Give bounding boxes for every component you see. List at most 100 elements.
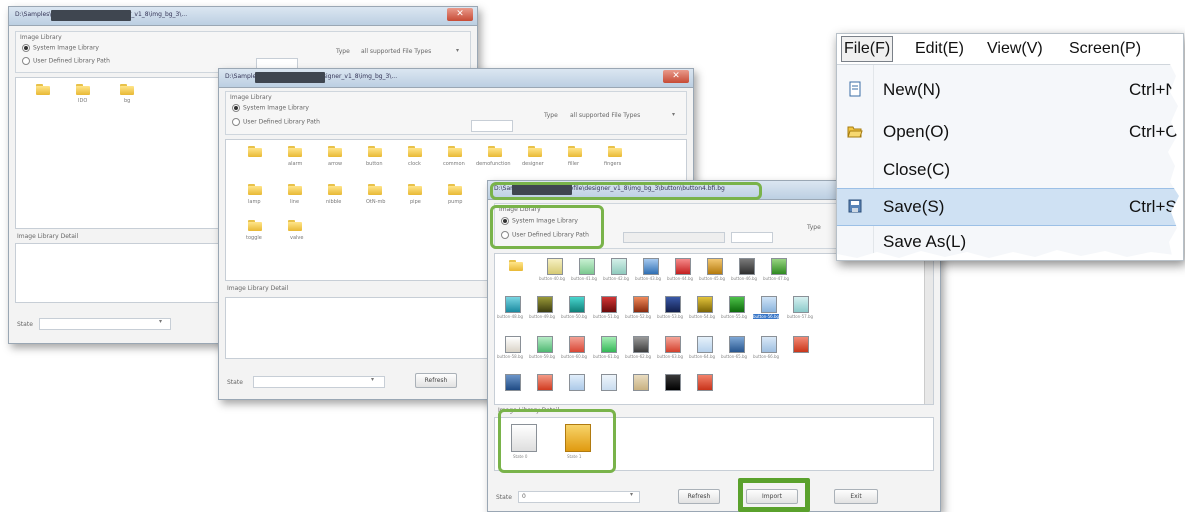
window-1-titlebar[interactable]: D:\Samples\[redacted]\Profile\designer_v…	[9, 7, 477, 26]
button-image-thumb[interactable]	[729, 336, 745, 353]
chevron-down-icon[interactable]: ▾	[630, 491, 633, 498]
path-input[interactable]	[623, 232, 725, 243]
button-image-thumb[interactable]	[665, 296, 681, 313]
button-image-thumb[interactable]	[675, 258, 691, 275]
thumb-label: button-46.bg	[731, 276, 758, 281]
folder-icon[interactable]	[368, 184, 382, 195]
exit-button[interactable]: Exit	[834, 489, 878, 504]
button-image-thumb[interactable]	[633, 296, 649, 313]
folder-icon[interactable]	[248, 146, 262, 157]
button-image-thumb[interactable]	[761, 296, 777, 313]
button-image-thumb[interactable]	[611, 258, 627, 275]
type-label: Type	[544, 112, 558, 119]
folder-icon[interactable]	[488, 146, 502, 157]
menu-file[interactable]: File(F)	[841, 36, 894, 62]
button-image-thumb[interactable]	[537, 296, 553, 313]
user-library-radio[interactable]: User Defined Library Path	[22, 57, 110, 65]
menu-edit[interactable]: Edit(E)	[915, 40, 964, 58]
button-image-thumb[interactable]	[761, 336, 777, 353]
button-image-thumb[interactable]	[633, 336, 649, 353]
folder-icon[interactable]	[568, 146, 582, 157]
state-select[interactable]	[518, 491, 640, 503]
button-image-thumb[interactable]	[771, 258, 787, 275]
folder-icon[interactable]	[328, 146, 342, 157]
button-image-thumb[interactable]	[665, 374, 681, 391]
button-image-thumb[interactable]	[697, 336, 713, 353]
thumb-label: button-57.bg	[787, 314, 814, 319]
library-radio-highlight	[490, 205, 604, 249]
folder-icon[interactable]	[608, 146, 622, 157]
folder-icon[interactable]	[120, 84, 134, 95]
chevron-down-icon[interactable]: ▾	[159, 318, 162, 325]
menu-view[interactable]: View(V)	[987, 40, 1043, 58]
window-2-titlebar[interactable]: D:\Samples\[redacted]\Profile\designer_v…	[219, 69, 693, 88]
folder-icon[interactable]	[288, 184, 302, 195]
close-button[interactable]: ✕	[663, 70, 689, 83]
browse-input[interactable]	[731, 232, 773, 243]
menu-item-save[interactable]: Save(S) Ctrl+S	[837, 188, 1183, 226]
state-select[interactable]	[39, 318, 171, 330]
state-select[interactable]	[253, 376, 385, 388]
button-image-thumb[interactable]	[537, 374, 553, 391]
button-image-thumb[interactable]	[579, 258, 595, 275]
menu-item-label: Open(O)	[883, 122, 950, 141]
button-image-thumb[interactable]	[569, 374, 585, 391]
system-library-radio[interactable]: System Image Library	[232, 104, 309, 112]
folder-icon[interactable]	[288, 220, 302, 231]
type-select[interactable]: all supported File Types	[361, 48, 431, 55]
folder-icon[interactable]	[528, 146, 542, 157]
button-image-thumb[interactable]	[633, 374, 649, 391]
button-image-thumb[interactable]	[601, 374, 617, 391]
button-image-thumb[interactable]	[665, 336, 681, 353]
chevron-down-icon[interactable]: ▾	[672, 111, 675, 118]
button-image-thumb[interactable]	[505, 296, 521, 313]
chevron-down-icon[interactable]: ▾	[456, 47, 459, 54]
type-select[interactable]: all supported File Types	[570, 112, 640, 119]
folder-label: arrow	[328, 161, 343, 167]
button-image-thumb[interactable]	[601, 336, 617, 353]
folder-label: toggle	[246, 235, 262, 241]
folder-icon[interactable]	[76, 84, 90, 95]
detail-states-highlight	[498, 409, 616, 473]
refresh-button[interactable]: Refresh	[415, 373, 457, 388]
button-image-thumb[interactable]	[697, 296, 713, 313]
menu-item-open[interactable]: Open(O) Ctrl+O	[837, 114, 1183, 150]
path-input[interactable]	[471, 120, 513, 132]
button-image-thumb[interactable]	[569, 336, 585, 353]
scrollbar[interactable]	[924, 254, 933, 404]
button-image-thumb[interactable]	[505, 374, 521, 391]
thumb-label: button-48.bg	[497, 314, 524, 319]
folder-icon[interactable]	[288, 146, 302, 157]
folder-icon[interactable]	[368, 146, 382, 157]
folder-icon[interactable]	[248, 184, 262, 195]
folder-icon[interactable]	[509, 260, 523, 271]
system-library-radio[interactable]: System Image Library	[22, 44, 99, 52]
menu-screen[interactable]: Screen(P)	[1069, 40, 1141, 58]
chevron-down-icon[interactable]: ▾	[371, 376, 374, 383]
folder-icon[interactable]	[36, 84, 50, 95]
refresh-button[interactable]: Refresh	[678, 489, 720, 504]
button-image-thumb[interactable]	[547, 258, 563, 275]
button-image-thumb[interactable]	[569, 296, 585, 313]
button-image-thumb[interactable]	[793, 336, 809, 353]
folder-icon[interactable]	[328, 184, 342, 195]
image-thumbnail-list[interactable]: button-40.bg button-41.bg button-42.bg b…	[494, 253, 934, 405]
folder-icon[interactable]	[448, 146, 462, 157]
button-image-thumb[interactable]	[643, 258, 659, 275]
button-image-thumb[interactable]	[697, 374, 713, 391]
folder-icon[interactable]	[248, 220, 262, 231]
folder-icon[interactable]	[408, 146, 422, 157]
button-image-thumb[interactable]	[739, 258, 755, 275]
button-image-thumb[interactable]	[601, 296, 617, 313]
menu-item-new[interactable]: New(N) Ctrl+N	[837, 72, 1183, 108]
button-image-thumb[interactable]	[537, 336, 553, 353]
user-library-radio[interactable]: User Defined Library Path	[232, 118, 320, 126]
folder-icon[interactable]	[448, 184, 462, 195]
button-image-thumb[interactable]	[793, 296, 809, 313]
button-image-thumb[interactable]	[729, 296, 745, 313]
folder-icon[interactable]	[408, 184, 422, 195]
button-image-thumb[interactable]	[707, 258, 723, 275]
menu-item-close[interactable]: Close(C)	[837, 152, 1183, 188]
close-button[interactable]: ✕	[447, 8, 473, 21]
button-image-thumb[interactable]	[505, 336, 521, 353]
